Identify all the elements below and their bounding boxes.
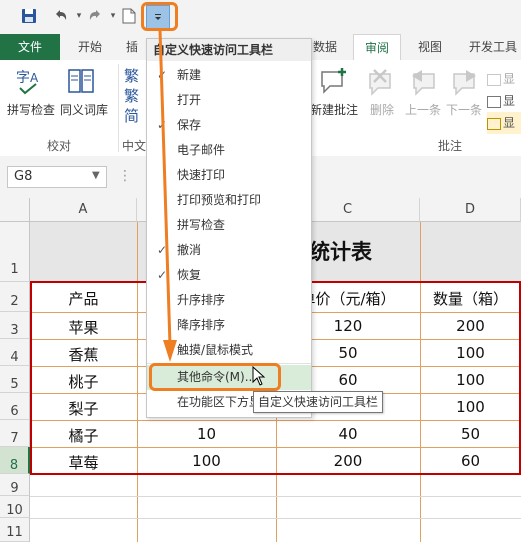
tooltip: 自定义快速访问工具栏 [253, 391, 383, 413]
mouse-cursor-icon [252, 365, 266, 389]
annotation-arrow [158, 29, 177, 362]
